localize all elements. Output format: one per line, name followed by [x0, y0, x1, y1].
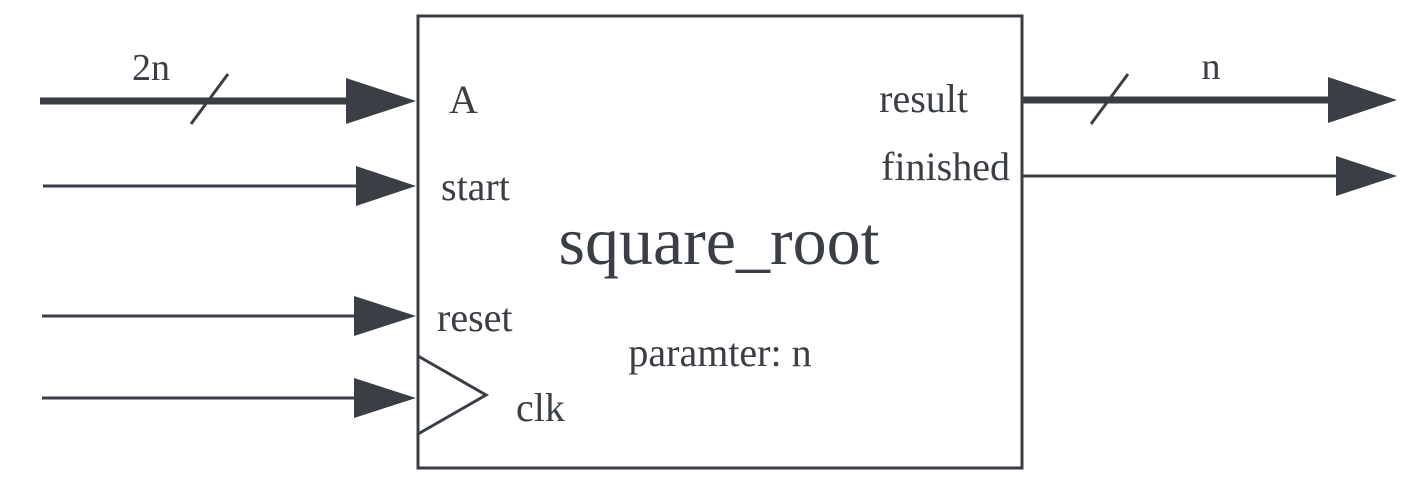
- input-a-bus-width-label: 2n: [132, 47, 170, 89]
- port-label-start: start: [441, 164, 510, 209]
- input-reset-arrowhead: [354, 296, 416, 336]
- module-parameter: paramter: n: [628, 330, 811, 375]
- square-root-block-diagram: 2n n A start reset clk result finished s…: [40, 14, 1397, 470]
- output-finished-signal: [1022, 156, 1397, 196]
- port-label-result: result: [879, 76, 968, 121]
- port-label-reset: reset: [437, 295, 513, 340]
- output-finished-arrowhead: [1336, 156, 1397, 196]
- input-start-arrowhead: [356, 166, 416, 206]
- output-result-bus-width-label: n: [1202, 46, 1221, 88]
- input-clk-arrowhead: [354, 378, 416, 418]
- port-label-finished: finished: [881, 144, 1010, 189]
- module-name: square_root: [558, 203, 879, 279]
- output-result-arrowhead: [1328, 77, 1397, 123]
- input-a-arrowhead: [346, 78, 416, 124]
- input-start-signal: [43, 166, 416, 206]
- input-clk-signal: [42, 378, 416, 418]
- input-a-signal: 2n: [40, 47, 416, 125]
- output-result-signal: n: [1022, 46, 1397, 125]
- input-reset-signal: [42, 296, 416, 336]
- port-label-a: A: [449, 77, 478, 122]
- port-label-clk: clk: [516, 385, 565, 430]
